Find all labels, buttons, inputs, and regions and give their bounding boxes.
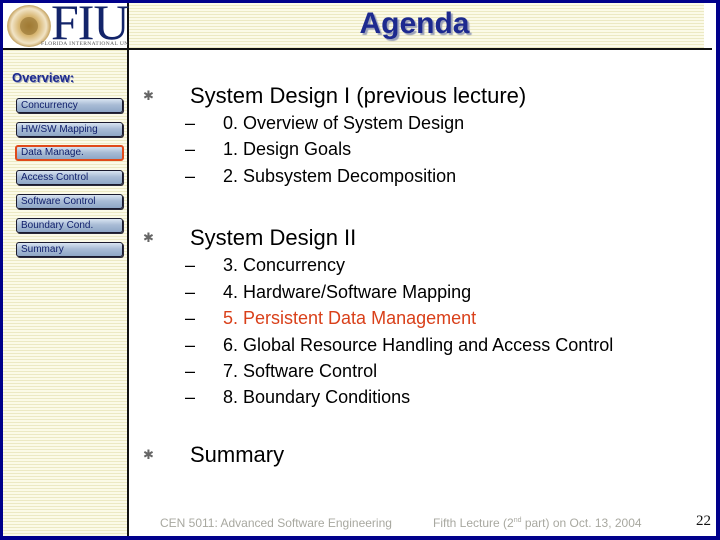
sidebar-item-boundary-cond[interactable]: Boundary Cond.: [16, 218, 123, 233]
content-area: ✱ System Design I (previous lecture) – 0…: [143, 83, 614, 467]
logo: FIU FLORIDA INTERNATIONAL UNIVERSITY: [3, 0, 156, 50]
footer-course: CEN 5011: Advanced Software Engineering: [160, 516, 392, 530]
page-number: 22: [696, 513, 711, 529]
sidebar-item-concurrency[interactable]: Concurrency: [16, 98, 123, 113]
slide: FIU FLORIDA INTERNATIONAL UNIVERSITY Age…: [3, 0, 716, 536]
asterisk-bullet-icon: ✱: [143, 230, 154, 245]
sidebar-item-data-manage[interactable]: Data Manage.: [15, 145, 124, 161]
asterisk-bullet-icon: ✱: [143, 88, 154, 103]
logo-text: FIU: [51, 0, 130, 50]
sidebar-item-summary[interactable]: Summary: [16, 242, 123, 257]
asterisk-bullet-icon: ✱: [143, 447, 154, 462]
footer-lecture: Fifth Lecture (2nd part) on Oct. 13, 200…: [433, 516, 642, 530]
sidebar-heading: Overview:: [12, 70, 75, 85]
sidebar-item-access-control[interactable]: Access Control: [16, 170, 123, 185]
sidebar-item-hw-sw-mapping[interactable]: HW/SW Mapping: [16, 122, 123, 137]
sidebar-item-software-control[interactable]: Software Control: [16, 194, 123, 209]
